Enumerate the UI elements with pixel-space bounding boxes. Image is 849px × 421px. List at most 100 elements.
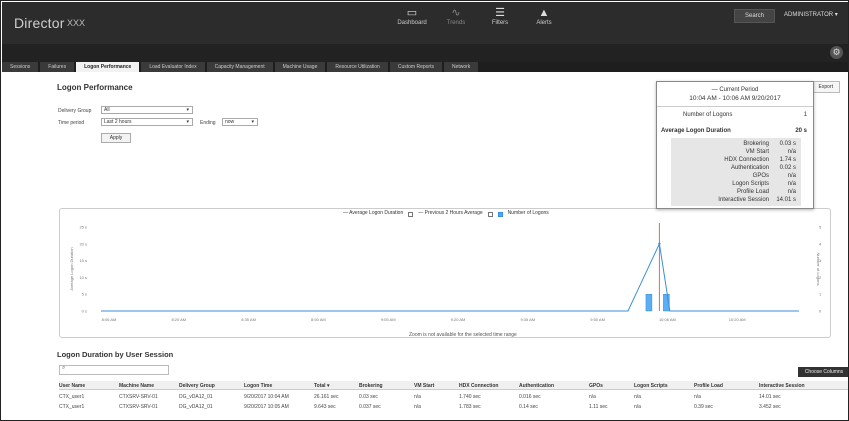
legend-prev-avg-label: Previous 2 Hours Average [424, 210, 483, 216]
tooltip-avg-value: 20 s [795, 128, 807, 134]
x-tick-label: 10:06 AM [659, 317, 676, 322]
tab-load-evaluator-index[interactable]: Load Evaluator Index [141, 62, 205, 72]
table-cell: n/a [634, 404, 641, 410]
tooltip-logons-value: 1 [803, 112, 807, 118]
search-button[interactable]: Search [734, 9, 776, 23]
table-cell: 14.01 sec [759, 394, 781, 400]
table-cell: 9/20/2017 10:05 AM [244, 404, 289, 410]
y-right-tick-label: 1 [819, 292, 822, 297]
tooltip-detail-label: Interactive Session [718, 197, 769, 203]
column-header[interactable]: Profile Load [694, 383, 723, 389]
table-row[interactable]: CTX_user1 CTXSRV-SRV-01 DG_vDA12_01 9/20/20… [59, 392, 848, 401]
table-cell: 26.161 sec [314, 394, 339, 400]
nav-trends-label: Trends [446, 20, 466, 26]
page-title: Logon Performance [57, 83, 133, 92]
table-cell: CTXSRV-SRV-01 [119, 394, 158, 400]
tab-sessions[interactable]: Sessions [2, 62, 39, 72]
avg-logon-point [658, 242, 661, 245]
choose-columns-button[interactable]: Choose Columns [798, 367, 848, 377]
column-header[interactable]: Brokering [359, 383, 383, 389]
table-cell: n/a [694, 394, 701, 400]
column-header[interactable]: Delivery Group [179, 383, 215, 389]
legend-avg-logon-label: Average Logon Duration [349, 210, 404, 216]
column-header[interactable]: User Name [59, 383, 85, 389]
dashboard-icon: ▭ [406, 7, 418, 19]
tooltip-detail-value: n/a [787, 149, 796, 155]
column-header[interactable]: Logon Time [244, 383, 272, 389]
ending-select[interactable]: now ▾ [222, 118, 258, 126]
filters-icon: ☰ [495, 7, 505, 19]
top-nav: ▭ Dashboard ∿ Trends ☰ Filters ▲ Alerts [397, 6, 559, 26]
table-cell: 9/20/2017 10:04 AM [244, 394, 289, 400]
table-cell: 0.016 sec [519, 394, 541, 400]
column-header[interactable]: Machine Name [119, 383, 154, 389]
time-period-select[interactable]: Last 2 hours ▾ [101, 118, 193, 126]
avg-logon-duration-line [101, 242, 799, 312]
tab-logon-performance[interactable]: Logon Performance [76, 62, 140, 72]
table-cell: DG_vDA12_01 [179, 394, 213, 400]
column-header[interactable]: Logon Scripts [634, 383, 668, 389]
column-header[interactable]: Interactive Session [759, 383, 805, 389]
table-cell: CTXSRV-SRV-01 [119, 404, 158, 410]
table-row[interactable]: CTX_user1 CTXSRV-SRV-01 DG_vDA12_01 9/20/20… [59, 402, 848, 411]
tooltip-detail-label: Authentication [730, 165, 769, 171]
column-header[interactable]: HDX Connection [459, 383, 498, 389]
y-right-tick-label: 4 [819, 241, 822, 246]
column-header[interactable]: Authentication [519, 383, 554, 389]
nav-dashboard[interactable]: ▭ Dashboard [397, 6, 427, 26]
tooltip-detail-value: 0.03 s [779, 141, 796, 147]
ending-label: Ending [200, 120, 216, 126]
legend-prev-avg-checkbox[interactable] [487, 211, 493, 217]
legend-avg-logon: — Average Logon Duration [343, 210, 404, 216]
nav-trends[interactable]: ∿ Trends [441, 6, 471, 26]
delivery-group-label: Delivery Group [58, 108, 92, 114]
tab-capacity-management[interactable]: Capacity Management [206, 62, 273, 72]
legend-logons-checkbox[interactable] [497, 211, 503, 217]
gear-icon[interactable]: ⚙ [830, 46, 843, 59]
table-cell: 1.740 sec [459, 394, 481, 400]
legend-prev-avg: — Previous 2 Hours Average [418, 210, 483, 216]
table-cell: 0.14 sec [519, 404, 538, 410]
admin-menu[interactable]: ADMINISTRATOR ▾ [784, 11, 838, 18]
y-left-tick-label: 25 s [79, 225, 87, 230]
delivery-group-value: All [104, 107, 110, 113]
table-cell: n/a [414, 404, 421, 410]
x-tick-label: 8:20 AM [171, 317, 186, 322]
table-cell: 1.783 sec [459, 404, 481, 410]
table-search-input[interactable]: ⌕ [59, 365, 169, 375]
column-header[interactable]: Total ▾ [314, 383, 329, 389]
tooltip-detail-label: VM Start [745, 149, 769, 155]
delivery-group-select[interactable]: All ▾ [101, 106, 193, 114]
column-header[interactable]: VM Start [414, 383, 434, 389]
legend-avg-logon-checkbox[interactable] [408, 211, 414, 217]
tooltip-detail-value: n/a [787, 173, 796, 179]
table-cell: CTX_user1 [59, 394, 85, 400]
tab-resource-utilization[interactable]: Resource Utilization [327, 62, 388, 72]
site-name: XXX [67, 18, 86, 28]
tooltip-detail-value: 1.74 s [779, 157, 796, 163]
tooltip-period: 10:04 AM - 10:06 AM 9/20/2017 [689, 95, 781, 102]
apply-button[interactable]: Apply [101, 133, 131, 143]
time-period-value: Last 2 hours [104, 119, 132, 125]
report-tabs: Sessions Failures Logon Performance Load… [2, 62, 848, 72]
export-button[interactable]: Export [811, 81, 840, 93]
y-right-axis-label: Number of Logons [816, 253, 821, 286]
y-left-axis-label: Average Logon Duration [69, 247, 74, 290]
nav-filters[interactable]: ☰ Filters [485, 6, 515, 26]
table-cell: 0.39 sec [694, 404, 713, 410]
table-cell: DG_vDA12_01 [179, 404, 213, 410]
chevron-down-icon: ▾ [186, 119, 189, 125]
tab-failures[interactable]: Failures [40, 62, 75, 72]
chart-legend: — Average Logon Duration — Previous 2 Ho… [343, 210, 549, 217]
tooltip-detail-value: n/a [787, 189, 796, 195]
app-window: Director XXX ▭ Dashboard ∿ Trends ☰ Filt… [0, 0, 849, 421]
tab-machine-usage[interactable]: Machine Usage [274, 62, 326, 72]
table-cell: n/a [589, 394, 596, 400]
nav-filters-label: Filters [491, 20, 509, 26]
nav-alerts[interactable]: ▲ Alerts [529, 6, 559, 26]
table-cell: 0.03 sec [359, 394, 378, 400]
tab-custom-reports[interactable]: Custom Reports [389, 62, 442, 72]
column-header[interactable]: GPOs [589, 383, 603, 389]
tooltip-heading: — Current Period [711, 87, 759, 93]
tab-network[interactable]: Network [443, 62, 479, 72]
